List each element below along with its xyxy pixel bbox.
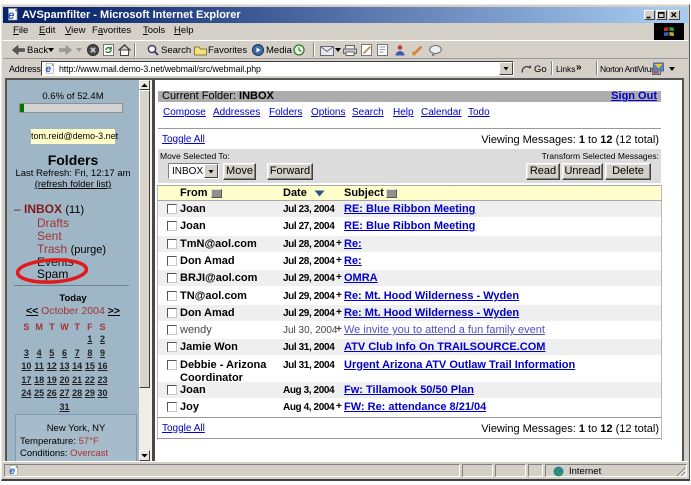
svg-text:e: e bbox=[46, 64, 52, 74]
svg-text:e: e bbox=[10, 466, 16, 476]
svg-text:e: e bbox=[8, 8, 15, 21]
